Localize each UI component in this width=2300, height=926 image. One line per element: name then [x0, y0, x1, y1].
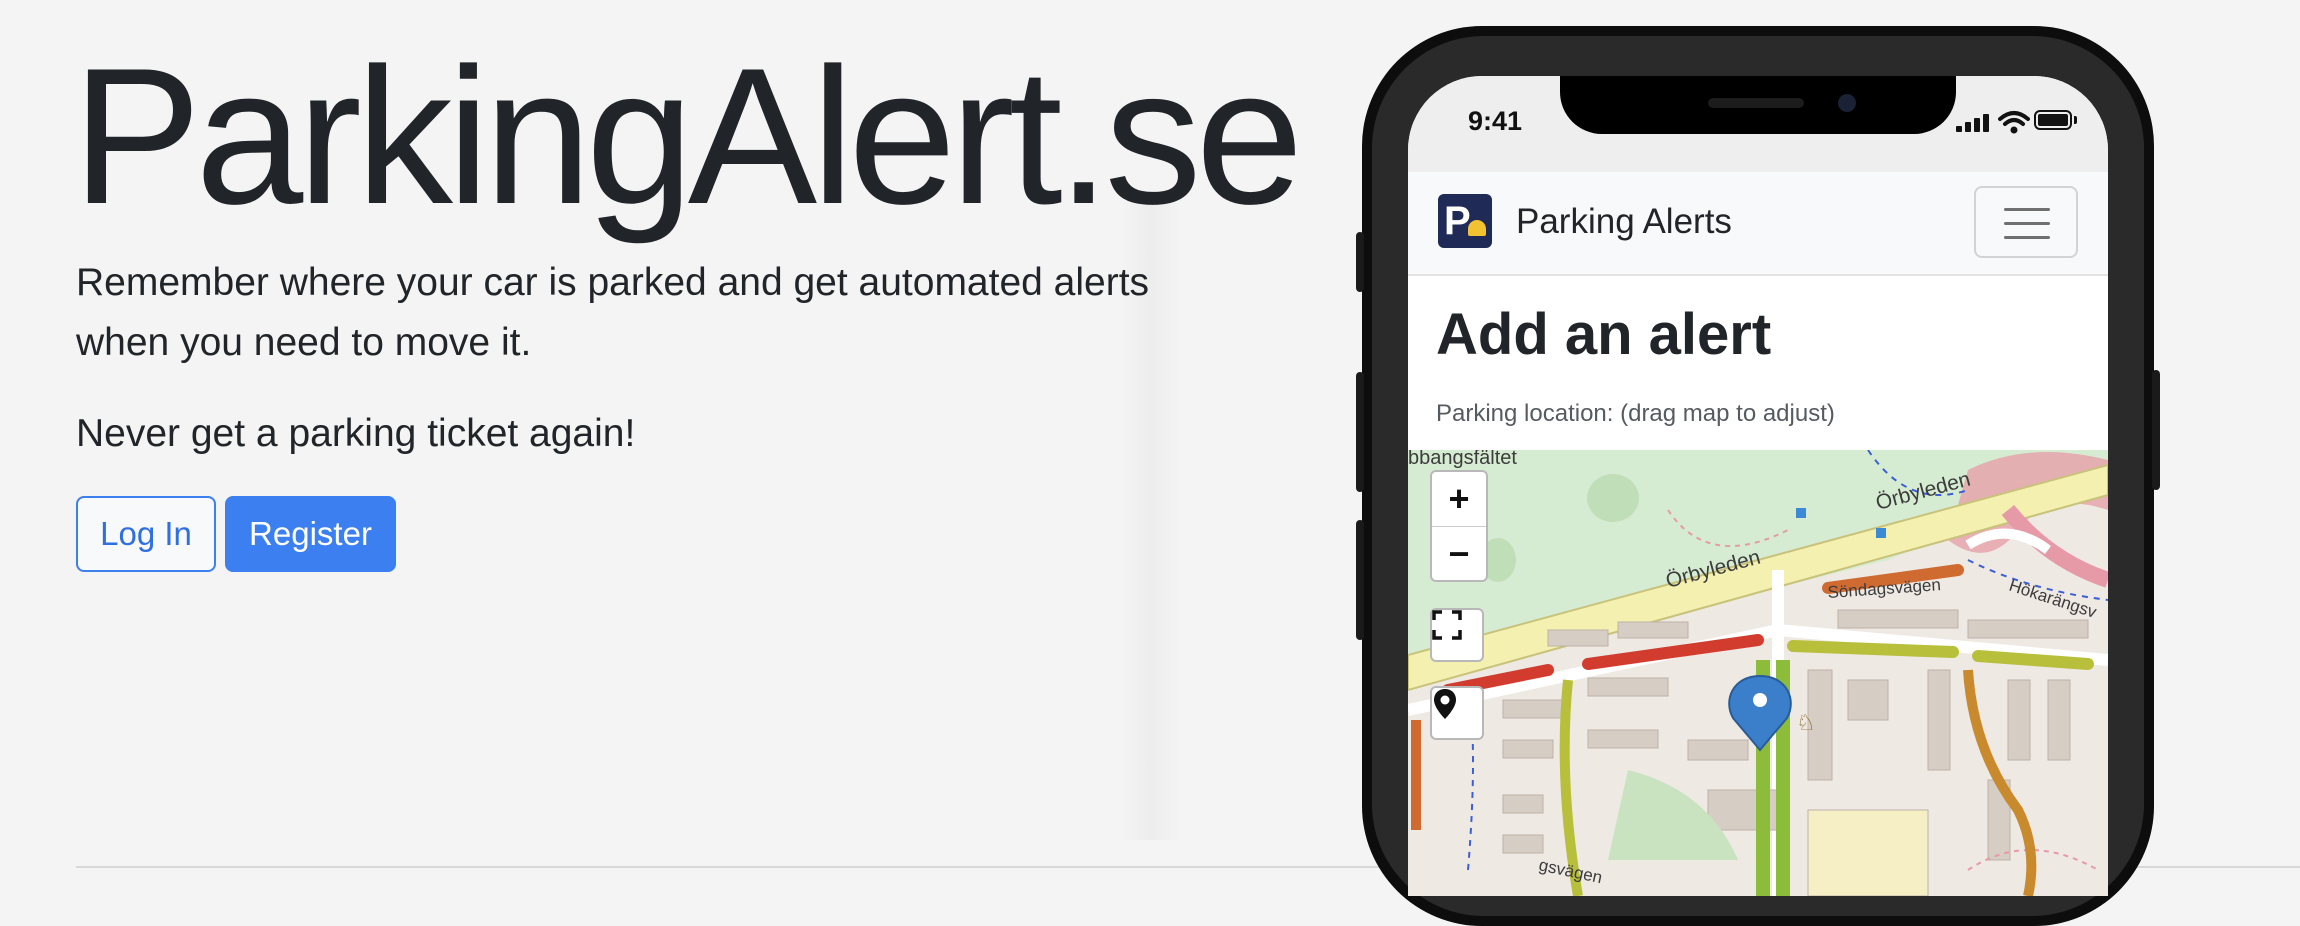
- phone-power-button: [2152, 370, 2160, 490]
- phone-screen: 9:41 P Parking Alerts Add an alert Parki…: [1408, 76, 2108, 896]
- hero-lead: Remember where your car is parked and ge…: [76, 261, 1150, 364]
- status-time: 9:41: [1468, 106, 1523, 136]
- map-pin-icon: [1434, 689, 1456, 719]
- map-zoom-control: + −: [1430, 470, 1488, 582]
- app-navbar: P Parking Alerts: [1408, 172, 2108, 276]
- parking-map[interactable]: Örbyleden Örbyleden Söndagsvägen Hökarän…: [1408, 450, 2108, 896]
- hero-title: ParkingAlert.se: [72, 28, 1303, 245]
- menu-toggle-button[interactable]: [1974, 186, 2078, 258]
- hamburger-icon: [2004, 208, 2050, 211]
- fullscreen-button[interactable]: [1430, 608, 1484, 662]
- map-tiles: Örbyleden Örbyleden Söndagsvägen Hökarän…: [1408, 450, 2108, 896]
- phone-mute-switch: [1356, 232, 1364, 292]
- parking-location-label: Parking location: (drag map to adjust): [1436, 400, 1835, 427]
- locate-me-button[interactable]: [1430, 686, 1484, 740]
- login-button[interactable]: Log In: [76, 496, 216, 572]
- camera-icon: [1838, 94, 1856, 112]
- register-button[interactable]: Register: [225, 496, 396, 572]
- page-title: Add an alert: [1436, 302, 1772, 367]
- svg-text:♘: ♘: [1796, 710, 1816, 735]
- zoom-in-button[interactable]: +: [1432, 472, 1486, 527]
- brand-name[interactable]: Parking Alerts: [1516, 202, 1732, 242]
- phone-notch: [1560, 76, 1956, 134]
- svg-text:Hökarängsv: Hökarängsv: [2007, 576, 2100, 622]
- background-shade: [1120, 200, 1180, 840]
- phone-volume-down: [1356, 520, 1364, 640]
- svg-text:bbangsfältet: bbangsfältet: [1408, 450, 1517, 469]
- speaker-grille: [1708, 98, 1804, 108]
- fullscreen-icon: [1432, 610, 1462, 640]
- battery-tip: [2074, 116, 2077, 124]
- battery-icon: [2034, 110, 2072, 130]
- signal-icon: [1956, 112, 1992, 132]
- zoom-out-button[interactable]: −: [1432, 527, 1486, 580]
- hero-tagline: Never get a parking ticket again!: [76, 412, 636, 455]
- wifi-icon: [1998, 111, 2030, 134]
- brand-logo[interactable]: P: [1438, 194, 1492, 248]
- hamburger-icon-bar: [2004, 236, 2050, 239]
- svg-text:Söndagsvägen: Söndagsvägen: [1827, 575, 1941, 602]
- bell-icon: [1468, 220, 1486, 236]
- hamburger-icon-bar: [2004, 222, 2050, 225]
- brand-logo-letter: P: [1444, 199, 1471, 243]
- phone-volume-up: [1356, 372, 1364, 492]
